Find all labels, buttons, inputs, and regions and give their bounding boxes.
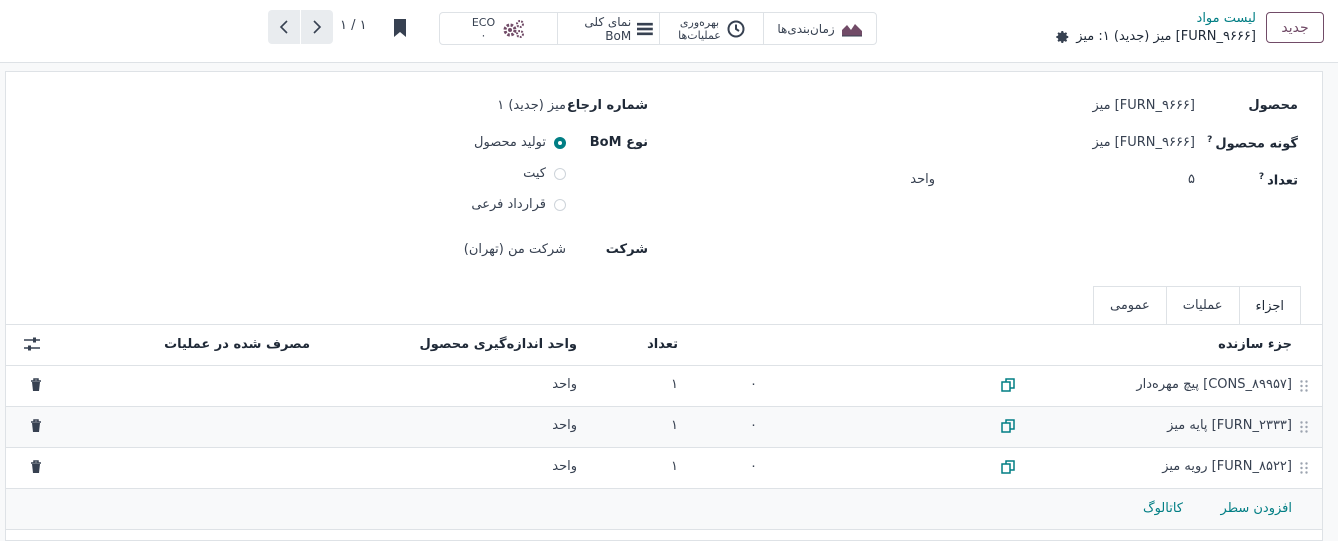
- column-consumed-in-operation[interactable]: مصرف شده در عملیات: [164, 337, 310, 352]
- cell-component[interactable]: [FURN_۲۳۳۳] پایه میز: [1167, 418, 1292, 433]
- control-panel: جدید لیست مواد [FURN_۹۶۶۶] میز (جدید) ۱:…: [0, 0, 1338, 63]
- notebook-tabs: اجزاء عملیات عمومی: [1093, 286, 1302, 325]
- help-icon[interactable]: ?: [1259, 172, 1264, 182]
- reference-field[interactable]: میز (جدید) ۱: [497, 98, 566, 113]
- operations-efficiency-button[interactable]: بهره‌وری عملیات‌ها: [659, 13, 763, 44]
- area-chart-icon: [841, 23, 862, 36]
- cell-component[interactable]: [FURN_۸۵۲۲] رویه میز: [1162, 459, 1292, 474]
- column-uom[interactable]: واحد اندازه‌گیری محصول: [420, 337, 577, 352]
- smart-buttons: زمان‌بندی‌ها بهره‌وری عملیات‌ها نمای کلی…: [439, 12, 877, 45]
- pager-value[interactable]: ۱ / ۱: [340, 18, 367, 33]
- column-quantity[interactable]: تعداد: [647, 337, 678, 352]
- table-row[interactable]: [FURN_۲۳۳۳] پایه میز ۰ ۱ واحد: [6, 407, 1322, 448]
- breadcrumb-parent-link[interactable]: لیست مواد: [1056, 10, 1256, 28]
- eco-label-wrap: ECO ۰: [472, 16, 495, 42]
- cell-uom[interactable]: واحد: [552, 377, 577, 392]
- help-icon[interactable]: ?: [1207, 135, 1212, 145]
- add-line-link[interactable]: افزودن سطر: [1221, 501, 1292, 516]
- bom-type-label: نوع BoM: [589, 135, 648, 150]
- trash-icon[interactable]: [30, 460, 42, 474]
- clock-icon: [727, 20, 745, 37]
- cell-uom[interactable]: واحد: [552, 418, 577, 433]
- tab-components[interactable]: اجزاء: [1238, 286, 1302, 325]
- drag-handle-icon[interactable]: [1300, 380, 1308, 392]
- pager-next-button[interactable]: [301, 10, 333, 44]
- cell-quantity[interactable]: ۱: [671, 459, 678, 474]
- pager-nav: [268, 10, 333, 44]
- catalog-link[interactable]: کاتالوگ: [1143, 501, 1183, 516]
- cell-extra: ۰: [750, 418, 757, 433]
- bom-overview-label: نمای کلی BoM: [584, 14, 632, 43]
- eco-count: ۰: [480, 28, 487, 42]
- tab-operations[interactable]: عملیات: [1165, 286, 1240, 324]
- product-field[interactable]: [FURN_۹۶۶۶] میز: [1092, 98, 1195, 113]
- cogs-icon: [503, 19, 525, 38]
- copy-icon[interactable]: [1001, 460, 1015, 474]
- column-component[interactable]: جزء سازنده: [1218, 337, 1292, 352]
- reference-label: شماره ارجاع: [566, 98, 648, 113]
- company-label: شرکت: [605, 242, 648, 257]
- bom-type-option-label: تولید محصول: [474, 135, 546, 150]
- new-button[interactable]: جدید: [1266, 12, 1324, 43]
- drag-handle-icon[interactable]: [1300, 421, 1308, 433]
- qty-label-text: تعداد: [1267, 173, 1298, 189]
- pager-previous-button[interactable]: [268, 10, 300, 44]
- bars-icon: [637, 22, 653, 35]
- gear-icon[interactable]: [1056, 30, 1070, 44]
- eco-label: ECO: [471, 15, 496, 29]
- components-table: جزء سازنده تعداد واحد اندازه‌گیری محصول …: [6, 324, 1322, 530]
- bom-type-option-kit[interactable]: کیت: [523, 166, 566, 181]
- chevron-right-icon: [313, 20, 322, 34]
- bom-type-option-subcontract[interactable]: قرارداد فرعی: [471, 197, 566, 212]
- radio-checked-icon: [554, 136, 566, 149]
- variant-field[interactable]: [FURN_۹۶۶۶] میز: [1092, 135, 1195, 150]
- scheduling-button[interactable]: زمان‌بندی‌ها: [763, 13, 876, 44]
- operations-line2: عملیات‌ها: [678, 28, 721, 42]
- company-field[interactable]: شرکت من (تهران): [464, 242, 566, 257]
- copy-icon[interactable]: [1001, 378, 1015, 392]
- bom-type-option-label: قرارداد فرعی: [471, 197, 546, 212]
- cell-uom[interactable]: واحد: [552, 459, 577, 474]
- bookmark-icon[interactable]: [394, 19, 406, 37]
- trash-icon[interactable]: [30, 419, 42, 433]
- eco-button[interactable]: ECO ۰: [440, 13, 557, 44]
- variant-label-text: گونه محصول: [1215, 136, 1298, 152]
- form-sheet: محصول [FURN_۹۶۶۶] میز گونه محصول? [FURN_…: [5, 71, 1323, 541]
- breadcrumb: لیست مواد [FURN_۹۶۶۶] میز (جدید) ۱: میز: [1056, 10, 1256, 46]
- cell-extra: ۰: [750, 377, 757, 392]
- copy-icon[interactable]: [1001, 419, 1015, 433]
- cell-quantity[interactable]: ۱: [671, 418, 678, 433]
- cell-quantity[interactable]: ۱: [671, 377, 678, 392]
- product-label: محصول: [1248, 98, 1298, 113]
- table-row[interactable]: [FURN_۸۵۲۲] رویه میز ۰ ۱ واحد: [6, 448, 1322, 489]
- tab-general[interactable]: عمومی: [1093, 286, 1167, 324]
- breadcrumb-current-label: [FURN_۹۶۶۶] میز (جدید) ۱: میز: [1076, 29, 1256, 44]
- operations-line1: بهره‌وری: [679, 15, 720, 29]
- bom-type-option-manufacture[interactable]: تولید محصول: [474, 135, 566, 150]
- variant-label: گونه محصول?: [1207, 135, 1298, 151]
- trash-icon[interactable]: [30, 378, 42, 392]
- operations-efficiency-label: بهره‌وری عملیات‌ها: [678, 16, 721, 42]
- sliders-icon[interactable]: [24, 337, 40, 351]
- qty-field[interactable]: ۵: [1188, 172, 1195, 187]
- radio-unchecked-icon: [554, 198, 566, 211]
- cell-component[interactable]: [CONS_۸۹۹۵۷] پیچ مهره‌دار: [1136, 377, 1292, 392]
- bom-type-option-label: کیت: [523, 166, 546, 181]
- scheduling-label: زمان‌بندی‌ها: [777, 21, 835, 36]
- add-line-row: افزودن سطر کاتالوگ: [6, 489, 1322, 530]
- chevron-left-icon: [279, 20, 288, 34]
- cell-extra: ۰: [750, 459, 757, 474]
- table-row[interactable]: [CONS_۸۹۹۵۷] پیچ مهره‌دار ۰ ۱ واحد: [6, 366, 1322, 407]
- radio-unchecked-icon: [554, 167, 566, 180]
- drag-handle-icon[interactable]: [1300, 462, 1308, 474]
- bom-overview-button[interactable]: نمای کلی BoM: [557, 13, 659, 44]
- table-header: جزء سازنده تعداد واحد اندازه‌گیری محصول …: [6, 324, 1322, 366]
- qty-label: تعداد?: [1259, 172, 1298, 188]
- qty-unit-field[interactable]: واحد: [910, 172, 935, 187]
- breadcrumb-current: [FURN_۹۶۶۶] میز (جدید) ۱: میز: [1056, 28, 1256, 46]
